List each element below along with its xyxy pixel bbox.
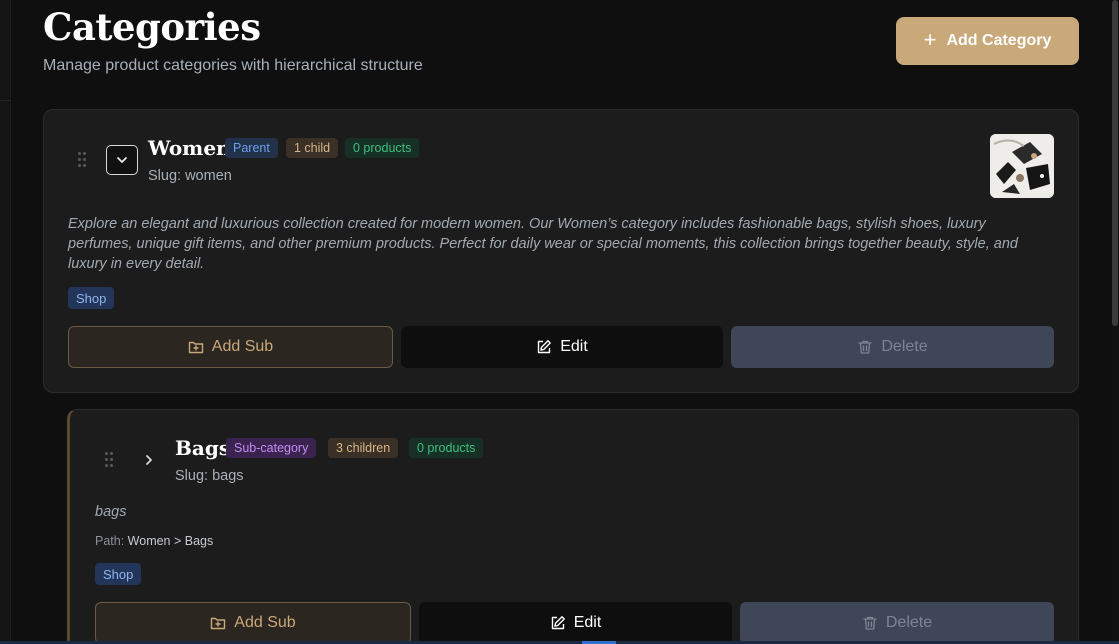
left-rail xyxy=(0,0,11,644)
category-description: Explore an elegant and luxurious collect… xyxy=(68,216,1018,272)
scrollbar-thumb[interactable] xyxy=(1112,0,1118,326)
edit-icon xyxy=(538,340,552,354)
edit-label: Edit xyxy=(560,338,588,355)
shop-tag: Shop xyxy=(68,287,115,309)
delete-label: Delete xyxy=(881,338,928,355)
edit-button[interactable]: Edit xyxy=(401,326,723,368)
add-sub-label: Add Sub xyxy=(234,614,296,631)
delete-button[interactable]: Delete xyxy=(740,602,1054,644)
expand-toggle-button[interactable] xyxy=(141,452,157,468)
page-title: Categories xyxy=(43,5,261,49)
folder-plus-icon xyxy=(211,617,226,630)
collapse-toggle-button[interactable] xyxy=(106,145,138,175)
category-slug: Slug: bags xyxy=(175,468,244,484)
children-count-badge: 3 children xyxy=(328,438,399,458)
page-subtitle: Manage product categories with hierarchi… xyxy=(43,57,423,74)
add-sub-label: Add Sub xyxy=(211,338,274,355)
drag-handle-icon[interactable] xyxy=(105,452,115,468)
add-category-button[interactable]: + Add Category xyxy=(896,17,1079,65)
path-value: Women > Bags xyxy=(127,534,214,548)
category-name: Bags xyxy=(175,436,231,460)
sub-category-badge: Sub-category xyxy=(226,438,317,458)
delete-label: Delete xyxy=(885,614,933,631)
edit-label: Edit xyxy=(573,614,602,631)
page-scrollbar[interactable] xyxy=(1111,0,1119,644)
category-path: Path: Women > Bags xyxy=(95,534,213,548)
drag-handle-icon[interactable] xyxy=(78,152,88,168)
product-count-badge: 0 products xyxy=(409,438,484,458)
children-count-badge: 1 child xyxy=(286,138,339,158)
trash-icon xyxy=(863,616,877,630)
category-description: bags xyxy=(95,504,127,520)
delete-button[interactable]: Delete xyxy=(731,326,1054,368)
category-slug: Slug: women xyxy=(148,168,232,184)
add-category-label: Add Category xyxy=(946,32,1052,49)
edit-button[interactable]: Edit xyxy=(419,602,732,644)
folder-plus-icon xyxy=(188,341,203,354)
trash-icon xyxy=(858,340,873,354)
edit-icon xyxy=(551,616,565,630)
category-name: Women xyxy=(148,136,231,160)
plus-icon: + xyxy=(923,27,937,52)
add-sub-button[interactable]: Add Sub xyxy=(95,602,411,644)
category-image xyxy=(990,134,1054,198)
chevron-right-icon xyxy=(146,455,152,465)
path-label: Path: xyxy=(95,534,125,548)
shop-tag: Shop xyxy=(95,563,142,585)
parent-badge: Parent xyxy=(225,138,278,158)
add-sub-button[interactable]: Add Sub xyxy=(68,326,393,368)
product-count-badge: 0 products xyxy=(345,138,420,158)
chevron-down-icon xyxy=(117,157,127,163)
